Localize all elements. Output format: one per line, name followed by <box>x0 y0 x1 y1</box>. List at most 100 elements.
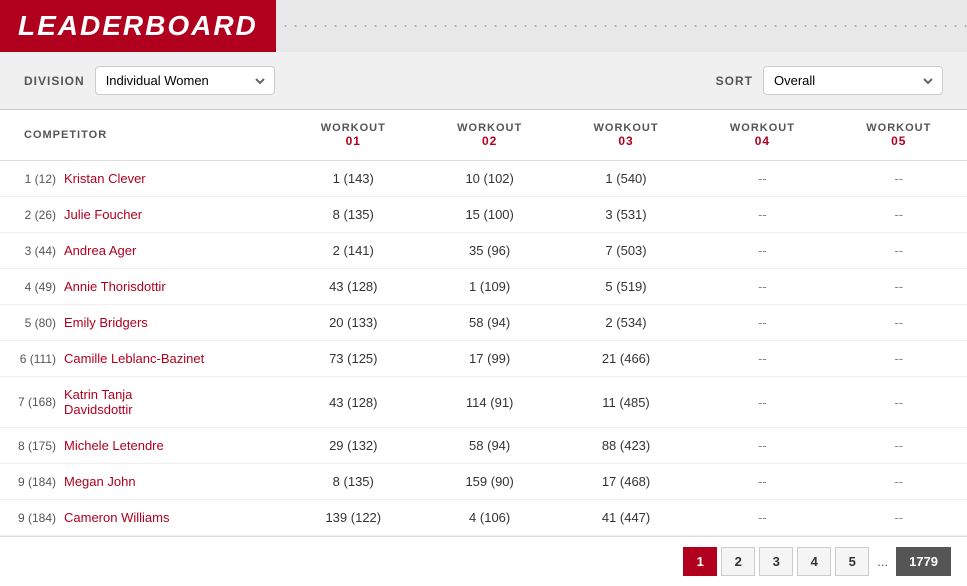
division-label: DIVISION <box>24 74 85 88</box>
workout-03-cell: 21 (466) <box>558 341 694 377</box>
name-cell[interactable]: Kristan Clever <box>60 161 285 197</box>
table-row: 8 (175)Michele Letendre29 (132)58 (94)88… <box>0 428 967 464</box>
table-row: 9 (184)Cameron Williams139 (122)4 (106)4… <box>0 500 967 536</box>
workout-01-cell: 2 (141) <box>285 233 421 269</box>
workout-05-cell: -- <box>831 161 967 197</box>
workout-03-cell: 88 (423) <box>558 428 694 464</box>
workout-01-cell: 1 (143) <box>285 161 421 197</box>
page-last-button[interactable]: 1779 <box>896 547 951 576</box>
workout-03-cell: 3 (531) <box>558 197 694 233</box>
workout-02-cell: 58 (94) <box>421 428 557 464</box>
header-decoration <box>284 20 967 32</box>
workout-03-cell: 41 (447) <box>558 500 694 536</box>
name-cell[interactable]: Emily Bridgers <box>60 305 285 341</box>
table-row: 5 (80)Emily Bridgers20 (133)58 (94)2 (53… <box>0 305 967 341</box>
rank-cell: 1 (12) <box>0 161 60 197</box>
workout-05-cell: -- <box>831 305 967 341</box>
name-cell[interactable]: Megan John <box>60 464 285 500</box>
page-2-button[interactable]: 2 <box>721 547 755 576</box>
table-row: 9 (184)Megan John8 (135)159 (90)17 (468)… <box>0 464 967 500</box>
rank-cell: 6 (111) <box>0 341 60 377</box>
workout03-header: WORKOUT 03 <box>558 110 694 161</box>
workout-02-cell: 17 (99) <box>421 341 557 377</box>
workout-02-cell: 35 (96) <box>421 233 557 269</box>
workout-05-cell: -- <box>831 233 967 269</box>
workout-04-cell: -- <box>694 500 830 536</box>
table-row: 2 (26)Julie Foucher8 (135)15 (100)3 (531… <box>0 197 967 233</box>
table-header: COMPETITOR WORKOUT 01 WORKOUT 02 WORKOUT… <box>0 110 967 161</box>
name-cell[interactable]: Annie Thorisdottir <box>60 269 285 305</box>
workout-03-cell: 11 (485) <box>558 377 694 428</box>
sort-select[interactable]: OverallWorkout 01Workout 02Workout 03 <box>763 66 943 95</box>
division-select[interactable]: Individual WomenIndividual MenTeam <box>95 66 275 95</box>
rank-cell: 5 (80) <box>0 305 60 341</box>
workout-04-cell: -- <box>694 377 830 428</box>
workout-02-cell: 10 (102) <box>421 161 557 197</box>
pagination-bar: 1 2 3 4 5 ... 1779 <box>0 536 967 586</box>
sort-group: SORT OverallWorkout 01Workout 02Workout … <box>716 66 943 95</box>
workout-04-cell: -- <box>694 197 830 233</box>
workout-05-cell: -- <box>831 500 967 536</box>
rank-cell: 7 (168) <box>0 377 60 428</box>
page-1-button[interactable]: 1 <box>683 547 717 576</box>
controls-bar: DIVISION Individual WomenIndividual MenT… <box>0 52 967 110</box>
workout05-header: WORKOUT 05 <box>831 110 967 161</box>
pagination-ellipsis: ... <box>873 548 892 575</box>
table-body: 1 (12)Kristan Clever1 (143)10 (102)1 (54… <box>0 161 967 536</box>
rank-cell: 9 (184) <box>0 464 60 500</box>
workout-01-cell: 29 (132) <box>285 428 421 464</box>
table-row: 7 (168)Katrin TanjaDavidsdottir43 (128)1… <box>0 377 967 428</box>
workout-02-cell: 159 (90) <box>421 464 557 500</box>
name-cell[interactable]: Andrea Ager <box>60 233 285 269</box>
workout-04-cell: -- <box>694 428 830 464</box>
name-cell[interactable]: Julie Foucher <box>60 197 285 233</box>
name-cell[interactable]: Camille Leblanc-Bazinet <box>60 341 285 377</box>
workout-02-cell: 114 (91) <box>421 377 557 428</box>
name-cell[interactable]: Cameron Williams <box>60 500 285 536</box>
workout-04-cell: -- <box>694 464 830 500</box>
page-5-button[interactable]: 5 <box>835 547 869 576</box>
table-row: 3 (44)Andrea Ager2 (141)35 (96)7 (503)--… <box>0 233 967 269</box>
workout02-header: WORKOUT 02 <box>421 110 557 161</box>
workout-05-cell: -- <box>831 197 967 233</box>
name-cell[interactable]: Katrin TanjaDavidsdottir <box>60 377 285 428</box>
workout-01-cell: 20 (133) <box>285 305 421 341</box>
workout01-header: WORKOUT 01 <box>285 110 421 161</box>
rank-cell: 3 (44) <box>0 233 60 269</box>
workout-05-cell: -- <box>831 377 967 428</box>
leaderboard-table: COMPETITOR WORKOUT 01 WORKOUT 02 WORKOUT… <box>0 110 967 536</box>
page-title: LEADERBOARD <box>18 10 258 42</box>
workout-03-cell: 17 (468) <box>558 464 694 500</box>
workout-04-cell: -- <box>694 341 830 377</box>
rank-cell: 8 (175) <box>0 428 60 464</box>
competitor-header: COMPETITOR <box>0 110 285 161</box>
workout04-header: WORKOUT 04 <box>694 110 830 161</box>
workout-04-cell: -- <box>694 269 830 305</box>
page-header: LEADERBOARD <box>0 0 967 52</box>
workout-01-cell: 73 (125) <box>285 341 421 377</box>
workout-01-cell: 139 (122) <box>285 500 421 536</box>
workout-03-cell: 1 (540) <box>558 161 694 197</box>
workout-03-cell: 7 (503) <box>558 233 694 269</box>
workout-02-cell: 58 (94) <box>421 305 557 341</box>
workout-01-cell: 43 (128) <box>285 377 421 428</box>
rank-cell: 2 (26) <box>0 197 60 233</box>
workout-02-cell: 1 (109) <box>421 269 557 305</box>
workout-04-cell: -- <box>694 161 830 197</box>
workout-03-cell: 5 (519) <box>558 269 694 305</box>
workout-04-cell: -- <box>694 233 830 269</box>
title-box: LEADERBOARD <box>0 0 276 52</box>
page-4-button[interactable]: 4 <box>797 547 831 576</box>
name-cell[interactable]: Michele Letendre <box>60 428 285 464</box>
workout-05-cell: -- <box>831 428 967 464</box>
workout-05-cell: -- <box>831 269 967 305</box>
sort-label: SORT <box>716 74 753 88</box>
workout-03-cell: 2 (534) <box>558 305 694 341</box>
leaderboard-table-container: COMPETITOR WORKOUT 01 WORKOUT 02 WORKOUT… <box>0 110 967 536</box>
division-group: DIVISION Individual WomenIndividual MenT… <box>24 66 275 95</box>
workout-02-cell: 4 (106) <box>421 500 557 536</box>
table-row: 1 (12)Kristan Clever1 (143)10 (102)1 (54… <box>0 161 967 197</box>
table-row: 4 (49)Annie Thorisdottir43 (128)1 (109)5… <box>0 269 967 305</box>
workout-04-cell: -- <box>694 305 830 341</box>
page-3-button[interactable]: 3 <box>759 547 793 576</box>
